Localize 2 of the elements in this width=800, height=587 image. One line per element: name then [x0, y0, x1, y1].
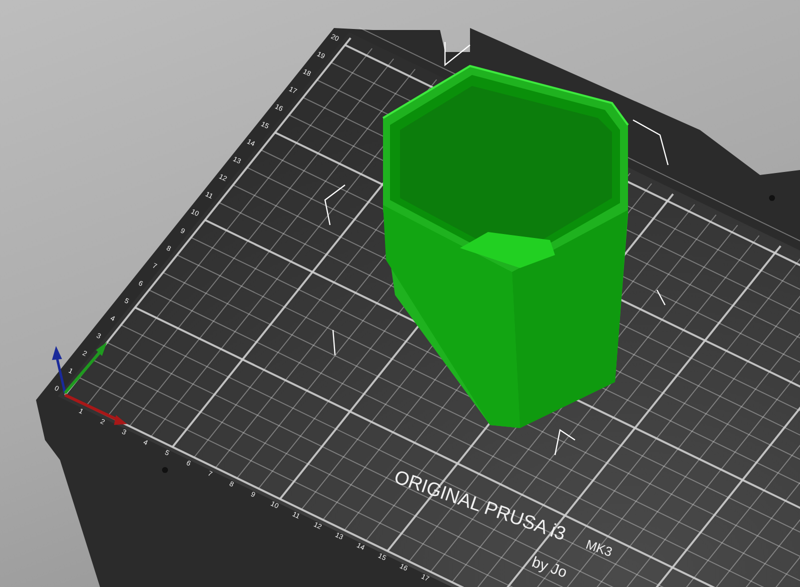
bed-byline-text: by Jo [530, 554, 570, 582]
bed-model-text: MK3 [584, 536, 614, 560]
